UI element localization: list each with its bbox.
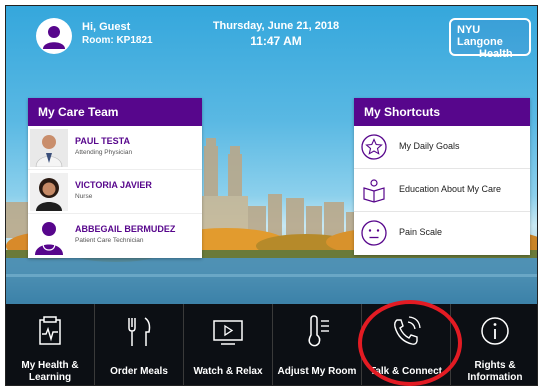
member-role: Nurse bbox=[75, 193, 93, 200]
highlight-circle bbox=[358, 300, 462, 386]
nav-my-health-learning[interactable]: My Health & Learning bbox=[6, 304, 95, 385]
care-team-title: My Care Team bbox=[28, 98, 202, 126]
shortcut-label: Education About My Care bbox=[399, 184, 502, 194]
shortcut-daily-goals[interactable]: My Daily Goals bbox=[354, 126, 530, 169]
nav-label: Order Meals bbox=[110, 366, 168, 377]
shortcut-pain-scale[interactable]: Pain Scale bbox=[354, 212, 530, 255]
shortcut-label: Pain Scale bbox=[399, 227, 443, 237]
nav-label: Adjust My Room bbox=[277, 366, 357, 377]
care-team-member[interactable]: VICTORIA JAVIER Nurse bbox=[28, 170, 202, 214]
nurse-photo bbox=[30, 173, 68, 211]
shortcut-label: My Daily Goals bbox=[399, 141, 460, 151]
member-name: ABBEGAIL BERMUDEZ bbox=[75, 224, 176, 234]
info-icon bbox=[481, 317, 509, 345]
nav-adjust-my-room[interactable]: Adjust My Room bbox=[273, 304, 362, 385]
tv-play-icon bbox=[213, 320, 243, 345]
current-date: Thursday, June 21, 2018 bbox=[212, 20, 340, 32]
nav-order-meals[interactable]: Order Meals bbox=[95, 304, 184, 385]
member-name: PAUL TESTA bbox=[75, 136, 131, 146]
nav-label: Rights & Information bbox=[467, 360, 523, 383]
face-icon bbox=[361, 220, 387, 246]
nav-label: My Health & Learning bbox=[21, 360, 79, 383]
care-team-panel: My Care Team PAUL TESTA Attending Physic… bbox=[28, 98, 202, 258]
health-chart-icon bbox=[39, 316, 61, 345]
care-team-member[interactable]: PAUL TESTA Attending Physician bbox=[28, 126, 202, 170]
thermometer-icon bbox=[308, 315, 329, 347]
star-icon bbox=[361, 134, 387, 160]
nyu-langone-logo: NYU Langone Health bbox=[449, 18, 531, 60]
member-role: Patient Care Technician bbox=[75, 237, 144, 244]
header-bar: Hi, Guest Room: KP1821 Thursday, June 21… bbox=[6, 6, 537, 66]
utensils-icon bbox=[128, 317, 151, 346]
shortcuts-panel: My Shortcuts My Daily Goals Education Ab… bbox=[354, 98, 530, 255]
care-team-member[interactable]: ABBEGAIL BERMUDEZ Patient Care Technicia… bbox=[28, 214, 202, 258]
room-number: Room: KP1821 bbox=[82, 35, 153, 46]
nav-rights-information[interactable]: Rights & Information bbox=[451, 304, 537, 385]
nav-label: Watch & Relax bbox=[193, 366, 263, 377]
greeting-block: Hi, Guest Room: KP1821 bbox=[82, 20, 153, 48]
shortcuts-title: My Shortcuts bbox=[354, 98, 530, 126]
member-role: Attending Physician bbox=[75, 149, 133, 156]
current-time: 11:47 AM bbox=[250, 34, 302, 48]
guest-avatar[interactable] bbox=[36, 18, 72, 54]
greeting-text: Hi, Guest bbox=[82, 21, 131, 33]
member-name: VICTORIA JAVIER bbox=[75, 180, 152, 190]
date-time: Thursday, June 21, 2018 11:47 AM bbox=[196, 20, 356, 48]
book-icon bbox=[363, 179, 385, 203]
shortcut-education[interactable]: Education About My Care bbox=[354, 169, 530, 212]
user-icon bbox=[43, 26, 65, 49]
physician-photo bbox=[30, 129, 68, 167]
technician-placeholder-icon bbox=[30, 217, 68, 255]
nav-watch-relax[interactable]: Watch & Relax bbox=[184, 304, 273, 385]
